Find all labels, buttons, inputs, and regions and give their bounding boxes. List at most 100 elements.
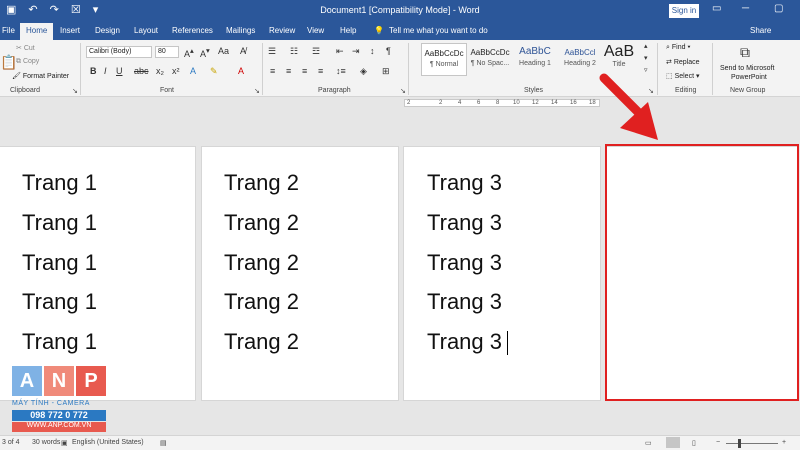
show-marks-icon[interactable]: ¶ xyxy=(386,46,391,56)
sign-in-button[interactable]: Sign in xyxy=(669,4,699,18)
ruler-tick: 8 xyxy=(496,100,500,106)
logo-letter-p: P xyxy=(76,366,106,396)
separator xyxy=(262,43,263,95)
style-name: ¶ No Spac... xyxy=(470,60,510,67)
macro-icon[interactable]: ▤ xyxy=(160,439,167,447)
read-mode-icon[interactable]: ▭ xyxy=(645,439,652,447)
highlight-icon[interactable]: ✎ xyxy=(210,66,218,77)
styles-scroll-down-icon[interactable]: ▾ xyxy=(644,54,648,62)
justify-icon[interactable]: ≡ xyxy=(318,66,323,76)
ruler-tick: 14 xyxy=(551,100,558,106)
style-name: ¶ Normal xyxy=(429,61,459,68)
tab-design[interactable]: Design xyxy=(95,26,120,35)
increase-indent-icon[interactable]: ⇥ xyxy=(352,46,360,57)
style-no-spacing[interactable]: AaBbCcDc ¶ No Spac... xyxy=(467,43,513,76)
tab-review[interactable]: Review xyxy=(269,26,295,35)
logo-letter-n: N xyxy=(44,366,74,396)
text-line: Trang 1 xyxy=(22,289,98,314)
zoom-slider-thumb[interactable] xyxy=(738,439,741,448)
replace-button[interactable]: ⇄ Replace xyxy=(666,58,700,66)
horizontal-ruler[interactable]: 2 2 4 6 8 10 12 14 16 18 xyxy=(404,99,600,107)
paragraph-launcher-icon[interactable]: ↘ xyxy=(400,87,406,95)
tab-references[interactable]: References xyxy=(172,26,213,35)
send-to-powerpoint-label[interactable]: Send to Microsoft xyxy=(720,65,774,72)
align-center-icon[interactable]: ≡ xyxy=(286,66,291,76)
font-size-select[interactable]: 80 xyxy=(155,46,179,58)
style-preview: AaBbCcl xyxy=(564,48,596,57)
format-painter-button[interactable]: 🖌 Format Painter xyxy=(12,72,69,80)
page-2[interactable]: Trang 2 Trang 2 Trang 2 Trang 2 Trang 2 xyxy=(201,146,399,401)
styles-scroll-up-icon[interactable]: ▴ xyxy=(644,42,648,50)
status-bar: 3 of 4 30 words ▣ English (United States… xyxy=(0,435,800,450)
multilevel-list-icon[interactable]: ☲ xyxy=(312,46,320,57)
clipboard-launcher-icon[interactable]: ↘ xyxy=(72,87,78,95)
language-status[interactable]: English (United States) xyxy=(72,439,144,446)
proofing-icon[interactable]: ▣ xyxy=(61,439,68,447)
ruler-tick: 2 xyxy=(439,100,443,106)
ruler-tick: 6 xyxy=(477,100,481,106)
text-line: Trang 3 xyxy=(427,329,503,354)
find-button[interactable]: ⌕ Find ▾ xyxy=(666,44,690,52)
style-normal[interactable]: AaBbCcDc ¶ Normal xyxy=(421,43,467,76)
italic-icon[interactable]: I xyxy=(104,66,107,76)
page-count[interactable]: 3 of 4 xyxy=(2,439,20,446)
tab-insert[interactable]: Insert xyxy=(60,26,80,35)
powerpoint-icon[interactable]: ⧉ xyxy=(740,44,750,61)
ruler-tick: 2 xyxy=(407,100,411,106)
style-preview: AaB xyxy=(603,43,635,60)
text-line: Trang 1 xyxy=(22,329,98,354)
ruler-tick: 12 xyxy=(532,100,539,106)
shrink-font-icon[interactable]: A▾ xyxy=(200,46,210,59)
shading-icon[interactable]: ◈ xyxy=(360,66,367,77)
align-right-icon[interactable]: ≡ xyxy=(302,66,307,76)
paste-icon[interactable]: 📋 xyxy=(0,54,17,71)
page-1[interactable]: Trang 1 Trang 1 Trang 1 Trang 1 Trang 1 xyxy=(0,146,196,401)
change-case-icon[interactable]: Aa xyxy=(218,46,229,56)
ruler-tick: 10 xyxy=(513,100,520,106)
style-heading-1[interactable]: AaBbC Heading 1 xyxy=(512,43,558,76)
select-button[interactable]: ⬚ Select ▾ xyxy=(666,72,700,80)
text-effects-icon[interactable]: A xyxy=(190,66,196,76)
font-name-select[interactable]: Calibri (Body) xyxy=(86,46,152,58)
print-layout-icon[interactable] xyxy=(666,437,680,448)
sort-icon[interactable]: ↕ xyxy=(370,46,375,56)
tab-help[interactable]: Help xyxy=(340,26,356,35)
tab-view[interactable]: View xyxy=(307,26,324,35)
strikethrough-icon[interactable]: abc xyxy=(134,66,149,76)
font-launcher-icon[interactable]: ↘ xyxy=(254,87,260,95)
web-layout-icon[interactable]: ▯ xyxy=(692,439,696,447)
clear-formatting-icon[interactable]: A̸ xyxy=(240,46,246,56)
page-3[interactable]: Trang 3 Trang 3 Trang 3 Trang 3 Trang 3 xyxy=(403,146,601,401)
text-line: Trang 1 xyxy=(22,210,98,235)
zoom-slider[interactable] xyxy=(726,443,778,444)
zoom-in-icon[interactable]: + xyxy=(782,439,786,446)
word-count[interactable]: 30 words xyxy=(32,439,60,446)
line-spacing-icon[interactable]: ↕≡ xyxy=(336,66,346,76)
tab-layout[interactable]: Layout xyxy=(134,26,158,35)
align-left-icon[interactable]: ≡ xyxy=(270,66,275,76)
grow-font-icon[interactable]: A▴ xyxy=(184,46,194,59)
font-color-icon[interactable]: A xyxy=(238,66,244,76)
ribbon-display-icon[interactable]: ▭ xyxy=(712,3,721,14)
lightbulb-icon: 💡 xyxy=(374,26,384,35)
numbering-icon[interactable]: ☷ xyxy=(290,46,298,57)
underline-icon[interactable]: U xyxy=(116,66,123,76)
borders-icon[interactable]: ⊞ xyxy=(382,66,390,77)
subscript-icon[interactable]: x₂ xyxy=(156,66,164,76)
format-painter-label: Format Painter xyxy=(22,73,70,80)
cut-button[interactable]: ✂ Cut xyxy=(16,44,35,52)
tell-me-input[interactable]: Tell me what you want to do xyxy=(389,26,488,35)
minimize-icon[interactable]: ─ xyxy=(742,3,749,14)
maximize-icon[interactable]: ▢ xyxy=(774,3,783,14)
bullets-icon[interactable]: ☰ xyxy=(268,46,276,57)
share-button[interactable]: Share xyxy=(750,26,771,35)
tab-home[interactable]: Home xyxy=(20,23,54,40)
tab-mailings[interactable]: Mailings xyxy=(226,26,255,35)
select-label: Select xyxy=(674,73,695,80)
zoom-out-icon[interactable]: − xyxy=(716,439,720,446)
copy-button[interactable]: ⧉ Copy xyxy=(16,58,39,66)
decrease-indent-icon[interactable]: ⇤ xyxy=(336,46,344,57)
bold-icon[interactable]: B xyxy=(90,66,97,76)
tab-file[interactable]: File xyxy=(2,26,15,35)
superscript-icon[interactable]: x² xyxy=(172,66,180,76)
